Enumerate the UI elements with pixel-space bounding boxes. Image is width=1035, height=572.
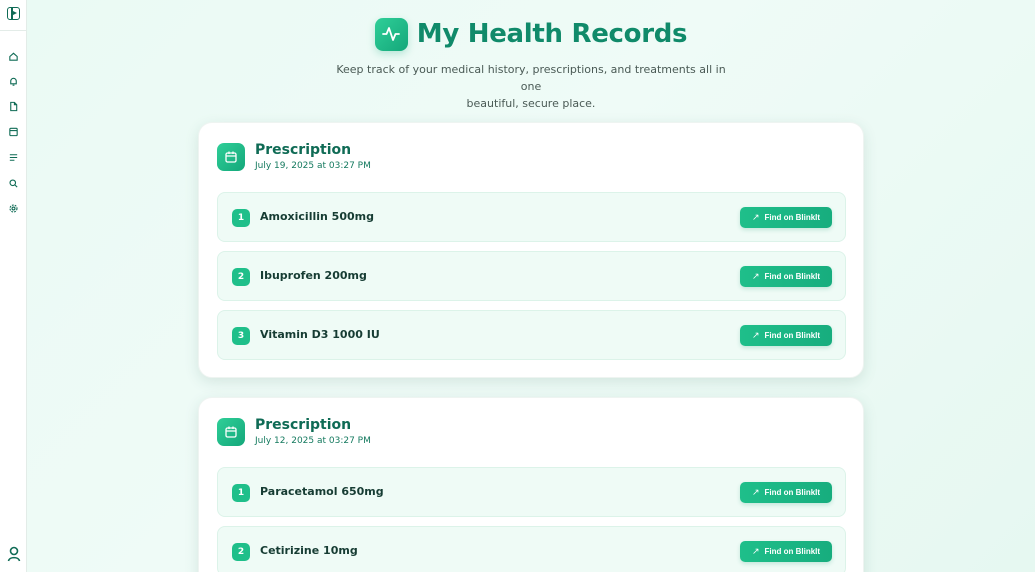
sidebar xyxy=(0,0,27,572)
search-icon[interactable] xyxy=(8,178,19,189)
find-on-blinkit-button[interactable]: ↗ Find on BlinkIt xyxy=(740,541,832,562)
medicine-item: 1 Paracetamol 650mg ↗ Find on BlinkIt xyxy=(217,467,846,517)
medicine-name: Paracetamol 650mg xyxy=(260,485,384,498)
calendar-icon[interactable] xyxy=(8,126,19,137)
medicine-number: 1 xyxy=(232,209,250,227)
arrow-up-right-icon: ↗ xyxy=(751,330,760,340)
medicine-name: Ibuprofen 200mg xyxy=(260,269,367,282)
arrow-up-right-icon: ↗ xyxy=(751,271,760,281)
file-icon[interactable] xyxy=(8,101,19,112)
button-label: Find on BlinkIt xyxy=(764,331,821,340)
medicine-number: 1 xyxy=(232,484,250,502)
arrow-up-right-icon: ↗ xyxy=(751,487,760,497)
title-row: My Health Records xyxy=(27,16,1035,52)
button-label: Find on BlinkIt xyxy=(764,272,821,281)
home-icon[interactable] xyxy=(8,51,19,62)
find-on-blinkit-button[interactable]: ↗ Find on BlinkIt xyxy=(740,266,832,287)
medicine-item: 2 Cetirizine 10mg ↗ Find on BlinkIt xyxy=(217,526,846,572)
calendar-icon xyxy=(217,143,245,171)
bell-icon[interactable] xyxy=(8,76,19,87)
button-label: Find on BlinkIt xyxy=(764,213,821,222)
list-icon[interactable] xyxy=(8,152,19,163)
gear-icon[interactable] xyxy=(8,203,19,214)
card-date: July 12, 2025 at 03:27 PM xyxy=(255,436,371,446)
find-on-blinkit-button[interactable]: ↗ Find on BlinkIt xyxy=(740,325,832,346)
medicine-name: Cetirizine 10mg xyxy=(260,544,358,557)
prescription-card: Prescription July 19, 2025 at 03:27 PM 1… xyxy=(198,122,864,378)
activity-icon xyxy=(374,17,408,51)
button-label: Find on BlinkIt xyxy=(764,488,821,497)
medicine-item: 1 Amoxicillin 500mg ↗ Find on BlinkIt xyxy=(217,192,846,242)
subtitle-line-1: Keep track of your medical history, pres… xyxy=(336,63,726,93)
arrow-up-right-icon: ↗ xyxy=(751,546,760,556)
medicine-item: 3 Vitamin D3 1000 IU ↗ Find on BlinkIt xyxy=(217,310,846,360)
card-title: Prescription xyxy=(255,142,352,158)
subtitle-line-2: beautiful, secure place. xyxy=(466,97,596,110)
prescription-card: Prescription July 12, 2025 at 03:27 PM 1… xyxy=(198,397,864,572)
user-icon[interactable] xyxy=(7,546,21,562)
button-label: Find on BlinkIt xyxy=(764,547,821,556)
page-subtitle: Keep track of your medical history, pres… xyxy=(331,61,731,112)
find-on-blinkit-button[interactable]: ↗ Find on BlinkIt xyxy=(740,207,832,228)
medicine-name: Amoxicillin 500mg xyxy=(260,210,374,223)
card-date: July 19, 2025 at 03:27 PM xyxy=(255,161,371,171)
medicine-number: 2 xyxy=(232,268,250,286)
arrow-up-right-icon: ↗ xyxy=(751,212,760,222)
medicine-number: 3 xyxy=(232,327,250,345)
medicine-number: 2 xyxy=(232,543,250,561)
medicine-name: Vitamin D3 1000 IU xyxy=(260,328,380,341)
page-title: My Health Records xyxy=(416,19,688,49)
find-on-blinkit-button[interactable]: ↗ Find on BlinkIt xyxy=(740,482,832,503)
sidebar-divider xyxy=(0,30,27,31)
card-title: Prescription xyxy=(255,417,352,433)
medicine-item: 2 Ibuprofen 200mg ↗ Find on BlinkIt xyxy=(217,251,846,301)
calendar-icon xyxy=(217,418,245,446)
sidebar-toggle-icon[interactable] xyxy=(7,7,20,20)
